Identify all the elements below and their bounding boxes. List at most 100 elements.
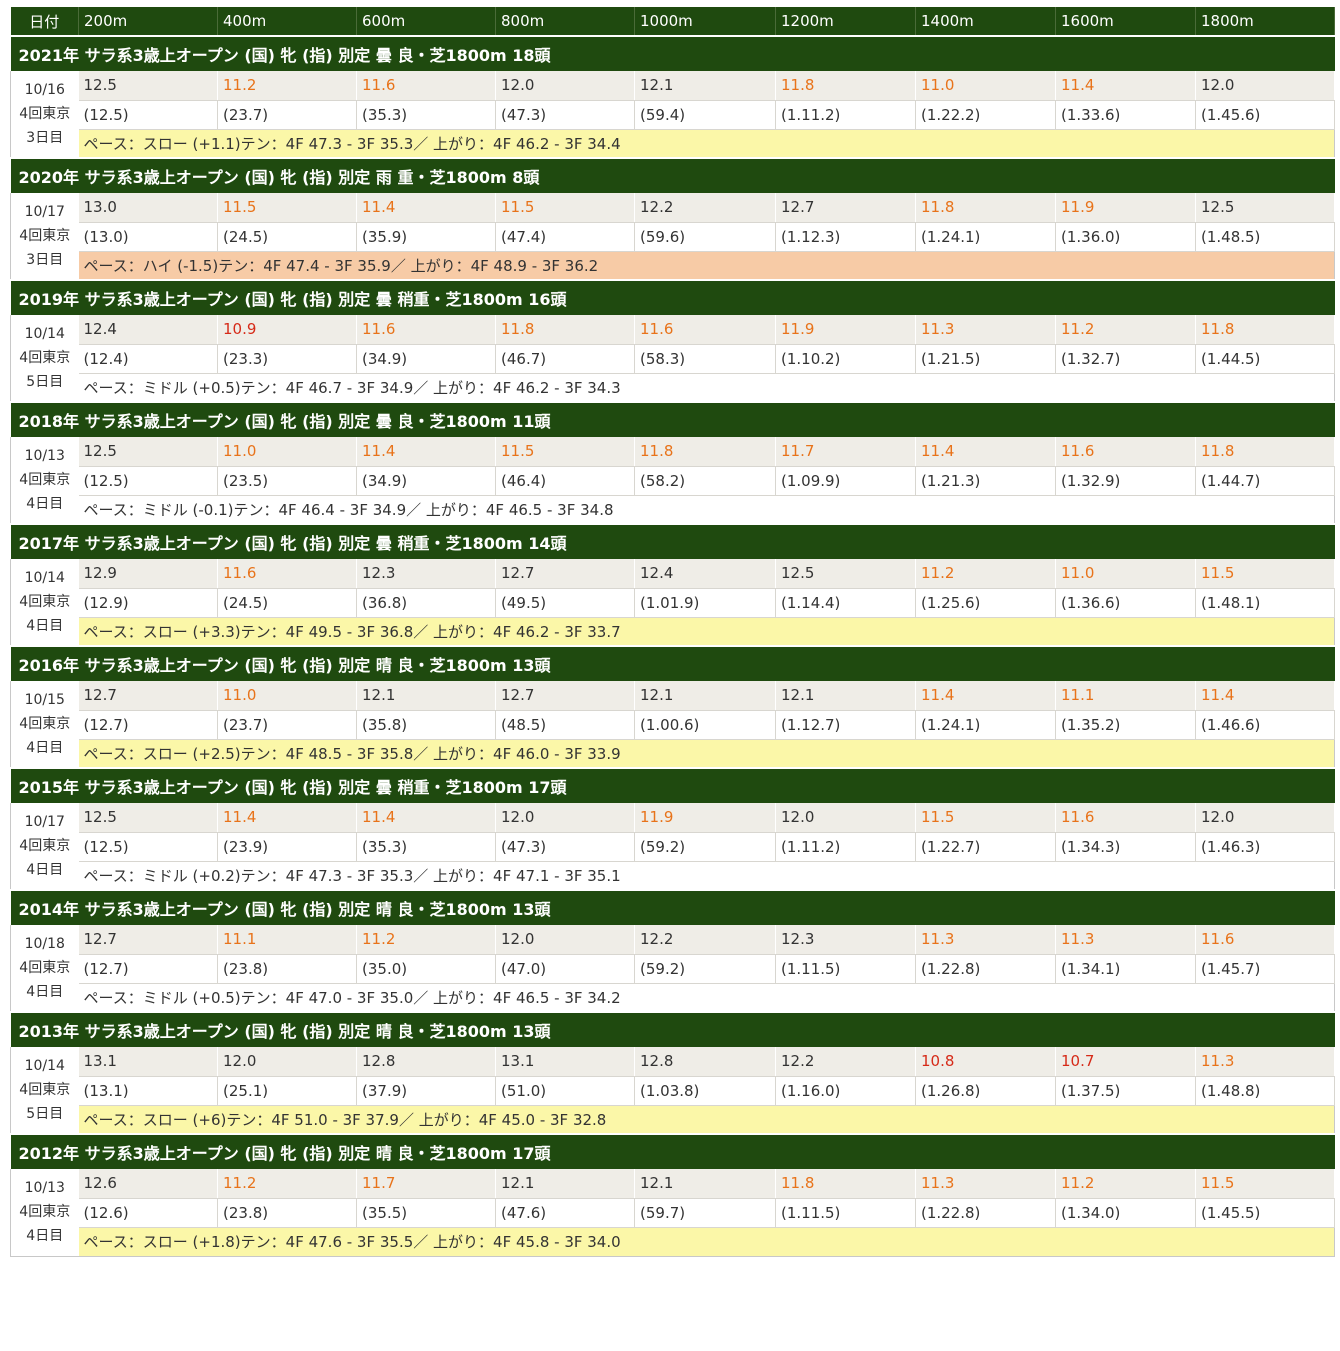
race-title: 2017年 サラ系3歳上オープン (国) 牝 (指) 別定 曇 稍重・芝1800…	[10, 523, 1335, 559]
lap-time-cell: 11.6	[217, 559, 357, 589]
cumulative-time-cell: (1.12.7)	[775, 710, 916, 740]
lap-row: 10/16 4回東京 3日目 12.5 11.2 11.6 12.0 12.1 11.8 11.0…	[10, 71, 1335, 159]
race-date-cell: 10/14 4回東京 5日目	[10, 315, 79, 403]
pace-row: ペース：ミドル (+0.5)テン：4F 46.7 - 3F 34.9／ 上がり：…	[11, 373, 1335, 403]
lap-row: 10/13 4回東京 4日目 12.6 11.2 11.7 12.1 12.1 11.8 11.3…	[10, 1169, 1335, 1257]
cumulative-time-cell: (12.4)	[78, 344, 218, 374]
lap-time-cell: 11.3	[915, 925, 1056, 955]
cumulative-row: (13.1) (25.1) (37.9) (51.0) (1.03.8) (1.16.0)…	[11, 1076, 1335, 1106]
lap-time-cell: 11.6	[634, 315, 776, 345]
race-meeting: 4回東京	[19, 594, 71, 610]
lap-time-cell: 11.2	[217, 71, 357, 101]
lap-time-cell: 11.0	[915, 71, 1056, 101]
race-date: 10/14	[24, 326, 65, 342]
pace-summary: ペース：ミドル (+0.5)テン：4F 47.0 - 3F 35.0／ 上がり：…	[78, 983, 1335, 1013]
cumulative-time-cell: (23.7)	[217, 710, 357, 740]
lap-time-cell: 11.3	[915, 1169, 1056, 1199]
cumulative-time-cell: (1.24.1)	[915, 710, 1056, 740]
cumulative-time-cell: (12.7)	[78, 710, 218, 740]
pace-summary: ペース：スロー (+2.5)テン：4F 48.5 - 3F 35.8／ 上がり：…	[78, 739, 1335, 769]
lap-time-cell: 10.8	[915, 1047, 1056, 1077]
cumulative-time-cell: (35.3)	[356, 100, 496, 130]
lap-time-cell: 11.9	[634, 803, 776, 833]
lap-row: 10/17 4回東京 3日目 13.0 11.5 11.4 11.5 12.2 12.7 11.8…	[10, 193, 1335, 281]
pace-summary: ペース：ミドル (+0.2)テン：4F 47.3 - 3F 35.3／ 上がり：…	[78, 861, 1335, 891]
race-day: 3日目	[26, 252, 64, 268]
lap-time-cell: 11.8	[775, 1169, 916, 1199]
lap-time-cell: 11.2	[1055, 1169, 1196, 1199]
lap-time-cell: 12.8	[634, 1047, 776, 1077]
pace-row: ペース：スロー (+2.5)テン：4F 48.5 - 3F 35.8／ 上がり：…	[11, 739, 1335, 769]
lap-time-cell: 12.1	[495, 1169, 635, 1199]
lap-time-cell: 12.5	[1195, 193, 1335, 223]
race-title: 2018年 サラ系3歳上オープン (国) 牝 (指) 別定 曇 良・芝1800m…	[10, 401, 1335, 437]
race-date: 10/16	[24, 82, 65, 98]
race-title: 2013年 サラ系3歳上オープン (国) 牝 (指) 別定 晴 良・芝1800m…	[10, 1011, 1335, 1047]
lap-time-cell: 11.4	[356, 437, 496, 467]
cumulative-time-cell: (1.46.3)	[1195, 832, 1335, 862]
race-day: 5日目	[26, 374, 64, 390]
lap-time-cell: 12.8	[356, 1047, 496, 1077]
race-day: 4日目	[26, 496, 64, 512]
lap-time-cell: 12.7	[78, 681, 218, 711]
cumulative-time-cell: (1.11.5)	[775, 954, 916, 984]
lap-time-cell: 11.7	[775, 437, 916, 467]
lap-row: 10/14 4回東京 5日目 12.4 10.9 11.6 11.8 11.6 11.9 11.3…	[10, 315, 1335, 403]
pace-summary: ペース：スロー (+1.8)テン：4F 47.6 - 3F 35.5／ 上がり：…	[78, 1227, 1335, 1257]
lap-time-cell: 11.4	[217, 803, 357, 833]
cumulative-time-cell: (58.3)	[634, 344, 776, 374]
lap-time-cell: 12.1	[634, 71, 776, 101]
cumulative-time-cell: (47.0)	[495, 954, 635, 984]
race-title-row: 2014年 サラ系3歳上オープン (国) 牝 (指) 別定 晴 良・芝1800m…	[10, 889, 1335, 925]
cumulative-time-cell: (1.45.5)	[1195, 1198, 1335, 1228]
lap-row: 10/17 4回東京 4日目 12.5 11.4 11.4 12.0 11.9 12.0 11.5…	[10, 803, 1335, 891]
cumulative-time-cell: (35.5)	[356, 1198, 496, 1228]
race-meeting: 4回東京	[19, 960, 71, 976]
cumulative-time-cell: (1.22.7)	[915, 832, 1056, 862]
race-title-row: 2012年 サラ系3歳上オープン (国) 牝 (指) 別定 晴 良・芝1800m…	[10, 1133, 1335, 1169]
cumulative-time-cell: (1.48.1)	[1195, 588, 1335, 618]
lap-time-cell: 11.6	[356, 71, 496, 101]
cumulative-time-cell: (59.2)	[634, 832, 776, 862]
cumulative-time-cell: (1.26.8)	[915, 1076, 1056, 1106]
cumulative-time-cell: (47.4)	[495, 222, 635, 252]
race-title: 2012年 サラ系3歳上オープン (国) 牝 (指) 別定 晴 良・芝1800m…	[10, 1133, 1335, 1169]
cumulative-time-cell: (1.33.6)	[1055, 100, 1196, 130]
lap-time-cell: 11.8	[915, 193, 1056, 223]
cumulative-time-cell: (35.9)	[356, 222, 496, 252]
lap-time-cell: 11.6	[356, 315, 496, 345]
lap-time-cell: 11.9	[1055, 193, 1196, 223]
race-title-row: 2021年 サラ系3歳上オープン (国) 牝 (指) 別定 曇 良・芝1800m…	[10, 35, 1335, 71]
race-meeting: 4回東京	[19, 1082, 71, 1098]
lap-time-cell: 12.4	[78, 315, 218, 345]
lap-time-cell: 12.9	[78, 559, 218, 589]
lap-time-cell: 11.8	[775, 71, 916, 101]
cumulative-time-cell: (1.36.0)	[1055, 222, 1196, 252]
race-title: 2016年 サラ系3歳上オープン (国) 牝 (指) 別定 晴 良・芝1800m…	[10, 645, 1335, 681]
cumulative-row: (12.4) (23.3) (34.9) (46.7) (58.3) (1.10.2) (1…	[11, 344, 1335, 374]
race-title-row: 2019年 サラ系3歳上オープン (国) 牝 (指) 別定 曇 稍重・芝1800…	[10, 279, 1335, 315]
lap-time-cell: 11.8	[1195, 437, 1335, 467]
lap-time-cell: 12.2	[775, 1047, 916, 1077]
lap-row: 10/13 4回東京 4日目 12.5 11.0 11.4 11.5 11.8 11.7 11.4…	[10, 437, 1335, 525]
cumulative-time-cell: (59.7)	[634, 1198, 776, 1228]
cumulative-time-cell: (1.32.9)	[1055, 466, 1196, 496]
lap-time-cell: 12.7	[495, 559, 635, 589]
lap-time-cell: 12.5	[78, 71, 218, 101]
race-title: 2020年 サラ系3歳上オープン (国) 牝 (指) 別定 雨 重・芝1800m…	[10, 157, 1335, 193]
race-date-cell: 10/13 4回東京 4日目	[10, 1169, 79, 1257]
lap-time-cell: 12.1	[775, 681, 916, 711]
cumulative-time-cell: (1.11.5)	[775, 1198, 916, 1228]
header-distance: 600m	[356, 7, 496, 36]
header-date: 日付	[10, 7, 79, 36]
pace-row: ペース：スロー (+3.3)テン：4F 49.5 - 3F 36.8／ 上がり：…	[11, 617, 1335, 647]
race-meeting: 4回東京	[19, 838, 71, 854]
lap-time-cell: 10.9	[217, 315, 357, 345]
pace-row: ペース：ミドル (+0.2)テン：4F 47.3 - 3F 35.3／ 上がり：…	[11, 861, 1335, 891]
cumulative-time-cell: (1.11.2)	[775, 100, 916, 130]
cumulative-time-cell: (51.0)	[495, 1076, 635, 1106]
lap-time-cell: 12.0	[1195, 803, 1335, 833]
cumulative-time-cell: (12.5)	[78, 100, 218, 130]
lap-time-cell: 12.2	[634, 925, 776, 955]
lap-time-cell: 11.5	[495, 437, 635, 467]
